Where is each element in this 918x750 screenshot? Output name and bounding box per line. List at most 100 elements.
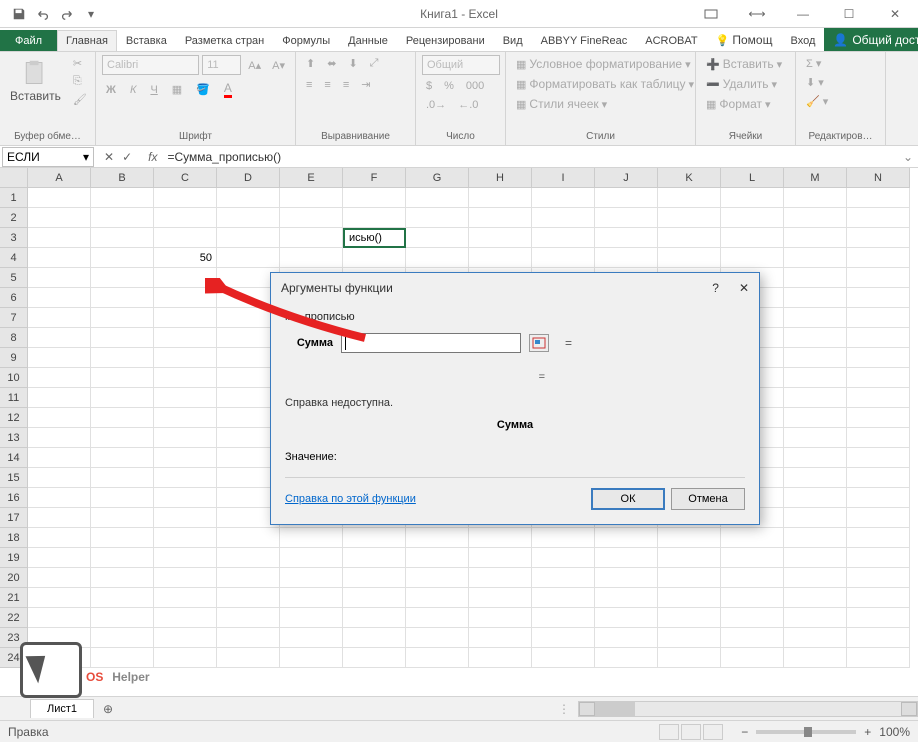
- cell[interactable]: [784, 508, 847, 528]
- row-header[interactable]: 1: [0, 188, 28, 208]
- cell[interactable]: [595, 188, 658, 208]
- cell[interactable]: [847, 268, 910, 288]
- cell[interactable]: [154, 608, 217, 628]
- column-header[interactable]: N: [847, 168, 910, 188]
- cell[interactable]: [154, 568, 217, 588]
- tab-insert[interactable]: Вставка: [117, 30, 176, 51]
- scroll-thumb[interactable]: [595, 702, 635, 716]
- cell[interactable]: [28, 508, 91, 528]
- font-color-icon[interactable]: A: [220, 79, 236, 100]
- cell[interactable]: [406, 228, 469, 248]
- cell[interactable]: [847, 248, 910, 268]
- cell[interactable]: [91, 408, 154, 428]
- row-header[interactable]: 19: [0, 548, 28, 568]
- orient-icon[interactable]: ⤢: [366, 55, 383, 72]
- cell[interactable]: [343, 208, 406, 228]
- format-cells-button[interactable]: ▦ Формат ▾: [702, 95, 789, 113]
- cell[interactable]: [721, 208, 784, 228]
- cell[interactable]: [154, 648, 217, 668]
- cell[interactable]: [217, 228, 280, 248]
- cell[interactable]: [784, 368, 847, 388]
- cell[interactable]: [532, 208, 595, 228]
- row-header[interactable]: 18: [0, 528, 28, 548]
- cell[interactable]: [658, 548, 721, 568]
- cell[interactable]: [91, 508, 154, 528]
- column-header[interactable]: M: [784, 168, 847, 188]
- cond-format-button[interactable]: ▦ Условное форматирование ▾: [512, 55, 689, 73]
- fill-icon[interactable]: ⬇ ▾: [802, 74, 879, 91]
- cell[interactable]: [784, 248, 847, 268]
- cell[interactable]: [217, 528, 280, 548]
- cell[interactable]: [28, 228, 91, 248]
- zoom-out-icon[interactable]: −: [741, 725, 748, 739]
- cell[interactable]: [532, 608, 595, 628]
- qat-dropdown-icon[interactable]: ▾: [80, 3, 102, 25]
- cell[interactable]: [91, 388, 154, 408]
- cell[interactable]: [28, 428, 91, 448]
- cell[interactable]: [91, 268, 154, 288]
- cell[interactable]: [91, 548, 154, 568]
- cell[interactable]: [847, 448, 910, 468]
- cell[interactable]: [784, 228, 847, 248]
- cell[interactable]: [847, 468, 910, 488]
- cell[interactable]: [784, 628, 847, 648]
- comma-icon[interactable]: 000: [462, 78, 488, 94]
- cell[interactable]: [154, 528, 217, 548]
- cell[interactable]: [721, 608, 784, 628]
- percent-icon[interactable]: %: [440, 78, 458, 94]
- cell[interactable]: [784, 648, 847, 668]
- sheet-tab[interactable]: Лист1: [30, 699, 94, 718]
- cell[interactable]: [91, 248, 154, 268]
- cell[interactable]: [469, 648, 532, 668]
- cell[interactable]: [784, 348, 847, 368]
- cell[interactable]: [154, 588, 217, 608]
- cell[interactable]: [28, 408, 91, 428]
- cell[interactable]: [532, 548, 595, 568]
- scroll-right-icon[interactable]: [901, 702, 917, 716]
- cell[interactable]: [847, 588, 910, 608]
- align-top-icon[interactable]: ⬆: [302, 55, 319, 72]
- cell[interactable]: [847, 488, 910, 508]
- column-header[interactable]: E: [280, 168, 343, 188]
- border-icon[interactable]: ▦: [168, 79, 186, 100]
- cell[interactable]: [784, 328, 847, 348]
- cell[interactable]: [784, 528, 847, 548]
- cancel-button[interactable]: Отмена: [671, 488, 745, 510]
- dec-decimal-icon[interactable]: ←.0: [454, 97, 482, 113]
- row-header[interactable]: 16: [0, 488, 28, 508]
- row-header[interactable]: 7: [0, 308, 28, 328]
- view-normal-icon[interactable]: [659, 724, 679, 740]
- cell[interactable]: [847, 288, 910, 308]
- cell[interactable]: [784, 208, 847, 228]
- cell[interactable]: [91, 368, 154, 388]
- cell[interactable]: [784, 568, 847, 588]
- cell[interactable]: [343, 248, 406, 268]
- cell[interactable]: [595, 528, 658, 548]
- cell[interactable]: [847, 568, 910, 588]
- row-header[interactable]: 12: [0, 408, 28, 428]
- cell[interactable]: [658, 228, 721, 248]
- cell[interactable]: [532, 188, 595, 208]
- cell[interactable]: [784, 548, 847, 568]
- cell[interactable]: [658, 588, 721, 608]
- cell[interactable]: [154, 628, 217, 648]
- cell[interactable]: [595, 568, 658, 588]
- cell[interactable]: [91, 588, 154, 608]
- cell[interactable]: [532, 648, 595, 668]
- cell[interactable]: [91, 188, 154, 208]
- cell[interactable]: [784, 188, 847, 208]
- cell[interactable]: [784, 308, 847, 328]
- cell[interactable]: [847, 368, 910, 388]
- select-all-corner[interactable]: [0, 168, 28, 188]
- cell[interactable]: [406, 548, 469, 568]
- column-header[interactable]: I: [532, 168, 595, 188]
- italic-button[interactable]: К: [126, 79, 140, 100]
- cell[interactable]: [91, 468, 154, 488]
- cell[interactable]: [217, 208, 280, 228]
- cell[interactable]: [847, 408, 910, 428]
- cell[interactable]: [91, 228, 154, 248]
- cell[interactable]: [154, 548, 217, 568]
- row-header[interactable]: 15: [0, 468, 28, 488]
- cell[interactable]: [91, 208, 154, 228]
- cell[interactable]: [532, 228, 595, 248]
